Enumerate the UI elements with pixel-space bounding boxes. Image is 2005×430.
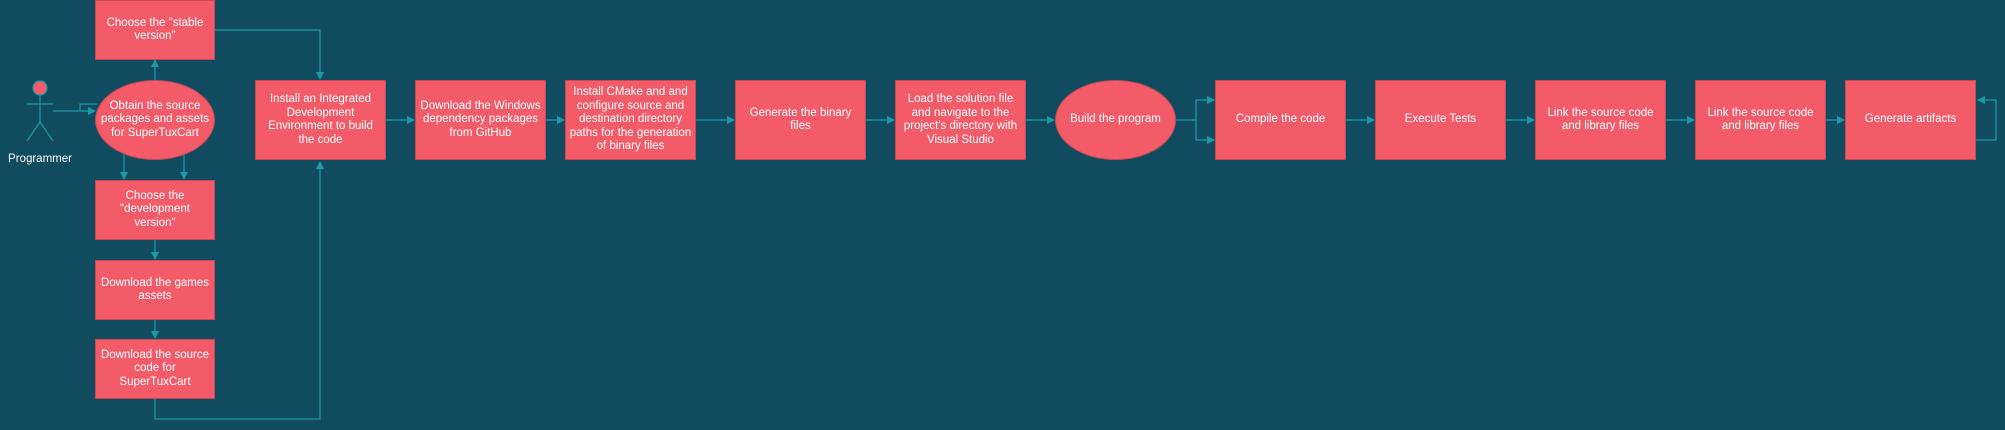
node-download-game-assets-label: Download the games assets [100,276,210,303]
edge-build-compile-top [1176,96,1215,121]
node-execute-tests-label: Execute Tests [1404,113,1477,126]
node-generate-artifacts-label: Generate artifacts [1864,113,1957,126]
programmer-actor-label: Programmer [8,153,72,165]
node-link-source-library-1-label: Link the source code and library files [1547,106,1654,133]
edge-build-compile-bottom [1195,120,1215,144]
node-choose-stable-version-label: Choose the "stable version" [106,16,204,43]
node-download-source-code[interactable]: Download the source code for SuperTuxCar… [95,339,215,399]
node-install-ide-label: Install an Integrated Development Enviro… [268,93,373,146]
edge-artifacts-loop [1976,96,1997,141]
node-choose-development-version-label: Choose the "development version" [120,189,190,229]
node-install-cmake[interactable]: Install CMake and and configure source a… [565,80,696,160]
node-download-source-code-label: Download the source code for SuperTuxCar… [100,348,210,388]
node-download-windows-dependencies-label: Download the Windows dependency packages… [420,99,541,139]
node-download-windows-dependencies[interactable]: Download the Windows dependency packages… [415,80,546,160]
node-install-cmake-label: Install CMake and and configure source a… [569,86,692,153]
node-generate-binary-files[interactable]: Generate the binary files [735,80,866,160]
node-build-program[interactable]: Build the program [1055,80,1176,160]
node-download-game-assets[interactable]: Download the games assets [95,260,215,320]
node-choose-stable-version[interactable]: Choose the "stable version" [95,0,215,60]
edge-stable-ide [215,29,324,80]
node-load-solution-file[interactable]: Load the solution file and navigate to t… [895,80,1026,160]
node-link-source-library-1[interactable]: Link the source code and library files [1535,80,1666,160]
programmer-actor-icon [26,80,54,142]
node-obtain-source-packages[interactable]: Obtain the source packages and assets fo… [95,80,215,160]
node-execute-tests[interactable]: Execute Tests [1375,80,1506,160]
node-link-source-library-2-label: Link the source code and library files [1707,106,1814,133]
node-compile-code-label: Compile the code [1235,113,1326,126]
node-load-solution-file-label: Load the solution file and navigate to t… [903,93,1018,146]
edge-actor-obtain-top [79,103,97,111]
node-obtain-source-packages-label: Obtain the source packages and assets fo… [100,99,210,139]
node-build-program-label: Build the program [1070,113,1161,126]
node-link-source-library-2[interactable]: Link the source code and library files [1695,80,1826,160]
node-generate-artifacts[interactable]: Generate artifacts [1845,80,1976,160]
node-generate-binary-files-label: Generate the binary files [749,106,852,133]
node-choose-development-version[interactable]: Choose the "development version" [95,180,215,240]
node-compile-code[interactable]: Compile the code [1215,80,1346,160]
connector-layer [26,29,1997,420]
node-install-ide[interactable]: Install an Integrated Development Enviro… [255,80,386,160]
